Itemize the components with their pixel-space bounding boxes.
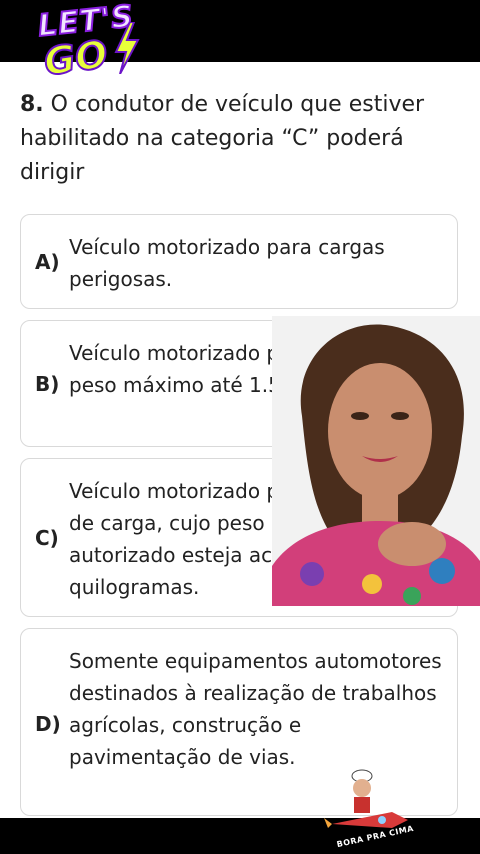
question-body: O condutor de veículo que estiver habili…	[20, 92, 425, 185]
bora-pra-cima-mascot: BORA PRA CIMA	[322, 768, 418, 849]
presenter-video-overlay	[272, 316, 480, 606]
presenter-image	[272, 316, 480, 606]
option-text: Somente equipamentos automotores destina…	[69, 649, 442, 769]
question-number: 8.	[20, 92, 44, 117]
lightning-icon	[114, 22, 140, 74]
option-letter: D)	[35, 712, 61, 736]
option-text: Veículo motorizado para cargas perigosas…	[69, 235, 385, 291]
option-letter: B)	[35, 372, 60, 396]
option-letter: A)	[35, 250, 60, 274]
lets-go-logo: LET'S GO	[34, 0, 144, 85]
option-a[interactable]: A) Veículo motorizado para cargas perigo…	[20, 214, 458, 309]
option-letter: C)	[35, 526, 59, 550]
question-text: 8. O condutor de veículo que estiver hab…	[20, 88, 460, 190]
logo-line-2: GO	[40, 31, 111, 85]
